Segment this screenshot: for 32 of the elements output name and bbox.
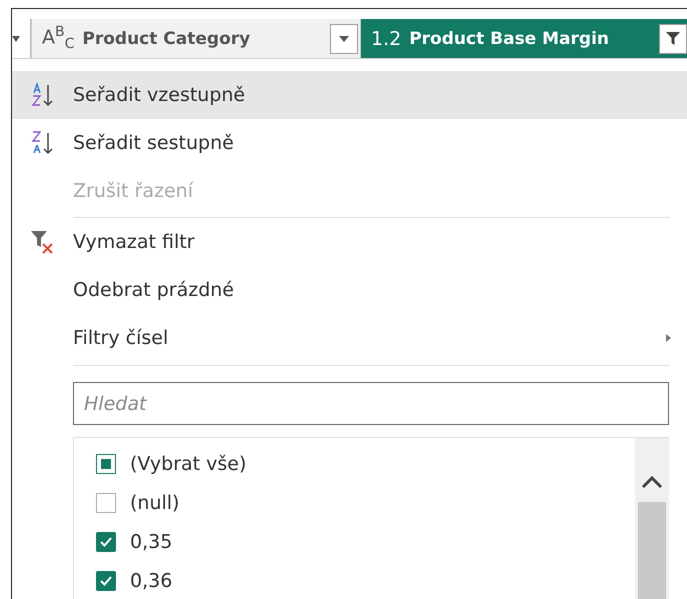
column-header[interactable]: A$^{B}$$_{C}$ Product Category bbox=[31, 19, 360, 58]
search-field[interactable]: Hledat bbox=[73, 382, 669, 425]
sort-ascending-icon bbox=[30, 82, 54, 108]
menu-item[interactable]: Seřadit vzestupně bbox=[12, 71, 687, 119]
filter-icon bbox=[664, 30, 682, 46]
checkbox[interactable] bbox=[96, 492, 116, 512]
value-label: 0,36 bbox=[130, 570, 172, 592]
value-label: (Vybrat vše) bbox=[130, 452, 246, 474]
sort-descending-icon bbox=[30, 130, 54, 156]
checkbox[interactable] bbox=[96, 532, 116, 552]
column-title: Product Category bbox=[82, 28, 252, 48]
scroll-up-icon[interactable] bbox=[641, 476, 663, 488]
checkmark-icon bbox=[99, 536, 113, 548]
menu-item[interactable]: Vymazat filtr bbox=[12, 218, 687, 266]
value-label: 0,35 bbox=[130, 530, 172, 552]
checkbox[interactable] bbox=[96, 570, 116, 590]
dropdown-button[interactable] bbox=[330, 24, 358, 54]
value-label: (null) bbox=[130, 492, 180, 514]
column-title: Product Base Margin bbox=[409, 28, 610, 48]
filter-button[interactable] bbox=[659, 24, 687, 54]
menu-item[interactable]: Seřadit sestupně bbox=[12, 119, 687, 167]
scrollbar[interactable] bbox=[635, 438, 669, 599]
menu-item[interactable]: Odebrat prázdné bbox=[12, 266, 687, 314]
checkbox[interactable] bbox=[96, 454, 116, 474]
checkmark-icon bbox=[99, 574, 113, 586]
caret-icon[interactable] bbox=[12, 36, 20, 42]
scroll-thumb[interactable] bbox=[638, 502, 666, 599]
column-header-selected[interactable]: 1.2 Product Base Margin bbox=[360, 19, 687, 58]
data-type-label: 1.2 bbox=[371, 28, 402, 50]
clear-filter-icon bbox=[30, 229, 56, 255]
caret-icon bbox=[339, 36, 349, 42]
menu-item[interactable]: Filtry čísel bbox=[12, 314, 687, 362]
